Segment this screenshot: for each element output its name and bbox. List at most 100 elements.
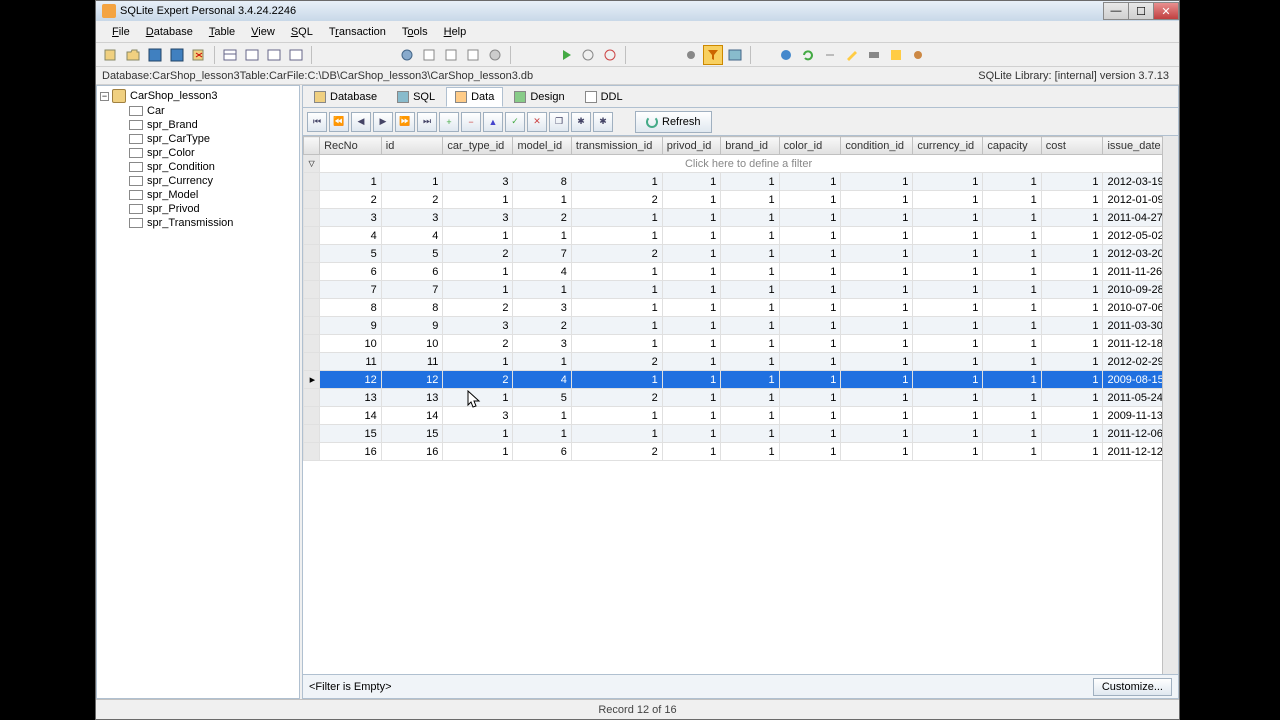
cell-privod_id[interactable]: 1: [662, 245, 720, 263]
cell-privod_id[interactable]: 1: [662, 281, 720, 299]
cell-RecNo[interactable]: 4: [320, 227, 382, 245]
table-row[interactable]: 9932111111112011-03-30: [304, 317, 1178, 335]
cell-cost[interactable]: 1: [1041, 245, 1103, 263]
cell-condition_id[interactable]: 1: [841, 371, 913, 389]
cell-capacity[interactable]: 1: [983, 227, 1041, 245]
tb-window-icon[interactable]: [725, 45, 745, 65]
cell-capacity[interactable]: 1: [983, 281, 1041, 299]
cell-RecNo[interactable]: 10: [320, 335, 382, 353]
cell-RecNo[interactable]: 6: [320, 263, 382, 281]
cell-RecNo[interactable]: 2: [320, 191, 382, 209]
cell-color_id[interactable]: 1: [779, 173, 841, 191]
cell-privod_id[interactable]: 1: [662, 353, 720, 371]
cell-brand_id[interactable]: 1: [721, 335, 779, 353]
tb-sql2-icon[interactable]: [419, 45, 439, 65]
column-header-car_type_id[interactable]: car_type_id: [443, 137, 513, 155]
cell-condition_id[interactable]: 1: [841, 263, 913, 281]
cell-cost[interactable]: 1: [1041, 227, 1103, 245]
tree-item-spr_Privod[interactable]: spr_Privod: [99, 202, 297, 216]
cell-color_id[interactable]: 1: [779, 191, 841, 209]
tb-table2-icon[interactable]: [242, 45, 262, 65]
tb-close-db-icon[interactable]: [189, 45, 209, 65]
cell-condition_id[interactable]: 1: [841, 227, 913, 245]
menu-tools[interactable]: Tools: [394, 23, 436, 41]
table-row[interactable]: 131315211111112011-05-24: [304, 389, 1178, 407]
cell-car_type_id[interactable]: 2: [443, 245, 513, 263]
cell-id[interactable]: 8: [381, 299, 443, 317]
cell-id[interactable]: 5: [381, 245, 443, 263]
cell-brand_id[interactable]: 1: [721, 263, 779, 281]
cell-cost[interactable]: 1: [1041, 389, 1103, 407]
cell-currency_id[interactable]: 1: [913, 263, 983, 281]
cell-capacity[interactable]: 1: [983, 263, 1041, 281]
cell-car_type_id[interactable]: 1: [443, 425, 513, 443]
cell-transmission_id[interactable]: 1: [571, 407, 662, 425]
refresh-button[interactable]: Refresh: [635, 111, 712, 133]
cell-model_id[interactable]: 1: [513, 425, 571, 443]
cell-id[interactable]: 12: [381, 371, 443, 389]
cell-car_type_id[interactable]: 1: [443, 389, 513, 407]
tree-item-spr_Model[interactable]: spr_Model: [99, 188, 297, 202]
tb-sql5-icon[interactable]: [485, 45, 505, 65]
vertical-scrollbar[interactable]: [1162, 136, 1178, 674]
cell-transmission_id[interactable]: 1: [571, 209, 662, 227]
cell-model_id[interactable]: 8: [513, 173, 571, 191]
cell-currency_id[interactable]: 1: [913, 407, 983, 425]
cell-model_id[interactable]: 2: [513, 209, 571, 227]
cell-id[interactable]: 2: [381, 191, 443, 209]
cell-privod_id[interactable]: 1: [662, 173, 720, 191]
filter-hint[interactable]: Click here to define a filter: [320, 155, 1178, 173]
cell-color_id[interactable]: 1: [779, 227, 841, 245]
cell-transmission_id[interactable]: 2: [571, 353, 662, 371]
cell-capacity[interactable]: 1: [983, 173, 1041, 191]
cell-RecNo[interactable]: 16: [320, 443, 382, 461]
cell-brand_id[interactable]: 1: [721, 317, 779, 335]
cell-color_id[interactable]: 1: [779, 371, 841, 389]
cell-privod_id[interactable]: 1: [662, 371, 720, 389]
cell-model_id[interactable]: 3: [513, 299, 571, 317]
tb-help-icon[interactable]: [776, 45, 796, 65]
tree-item-spr_Brand[interactable]: spr_Brand: [99, 118, 297, 132]
tb-new-db-icon[interactable]: [101, 45, 121, 65]
column-header-privod_id[interactable]: privod_id: [662, 137, 720, 155]
cell-color_id[interactable]: 1: [779, 245, 841, 263]
cell-color_id[interactable]: 1: [779, 317, 841, 335]
cell-brand_id[interactable]: 1: [721, 209, 779, 227]
cell-RecNo[interactable]: 13: [320, 389, 382, 407]
table-row[interactable]: 6614111111112011-11-26: [304, 263, 1178, 281]
table-row[interactable]: 1138111111112012-03-19: [304, 173, 1178, 191]
menu-transaction[interactable]: Transaction: [321, 23, 394, 41]
cell-transmission_id[interactable]: 2: [571, 443, 662, 461]
column-header-model_id[interactable]: model_id: [513, 137, 571, 155]
cell-model_id[interactable]: 4: [513, 263, 571, 281]
cell-cost[interactable]: 1: [1041, 281, 1103, 299]
cell-currency_id[interactable]: 1: [913, 281, 983, 299]
table-row[interactable]: 3332111111112011-04-27: [304, 209, 1178, 227]
tb-export-icon[interactable]: [886, 45, 906, 65]
cell-color_id[interactable]: 1: [779, 281, 841, 299]
cell-id[interactable]: 10: [381, 335, 443, 353]
cell-currency_id[interactable]: 1: [913, 443, 983, 461]
cell-capacity[interactable]: 1: [983, 407, 1041, 425]
minimize-button[interactable]: —: [1103, 2, 1129, 20]
cell-transmission_id[interactable]: 1: [571, 299, 662, 317]
collapse-icon[interactable]: −: [100, 92, 109, 101]
cell-currency_id[interactable]: 1: [913, 299, 983, 317]
cell-cost[interactable]: 1: [1041, 443, 1103, 461]
cell-transmission_id[interactable]: 1: [571, 227, 662, 245]
cell-capacity[interactable]: 1: [983, 389, 1041, 407]
cell-condition_id[interactable]: 1: [841, 245, 913, 263]
tree-root[interactable]: − CarShop_lesson3: [99, 88, 297, 104]
cell-car_type_id[interactable]: 1: [443, 227, 513, 245]
cell-color_id[interactable]: 1: [779, 353, 841, 371]
menu-sql[interactable]: SQL: [283, 23, 321, 41]
nav-star2-button[interactable]: ✱: [593, 112, 613, 132]
cell-car_type_id[interactable]: 2: [443, 299, 513, 317]
cell-model_id[interactable]: 1: [513, 191, 571, 209]
menu-database[interactable]: Database: [138, 23, 201, 41]
cell-brand_id[interactable]: 1: [721, 173, 779, 191]
cell-currency_id[interactable]: 1: [913, 227, 983, 245]
data-grid[interactable]: RecNoidcar_type_idmodel_idtransmission_i…: [303, 136, 1178, 461]
cell-currency_id[interactable]: 1: [913, 209, 983, 227]
cell-capacity[interactable]: 1: [983, 443, 1041, 461]
